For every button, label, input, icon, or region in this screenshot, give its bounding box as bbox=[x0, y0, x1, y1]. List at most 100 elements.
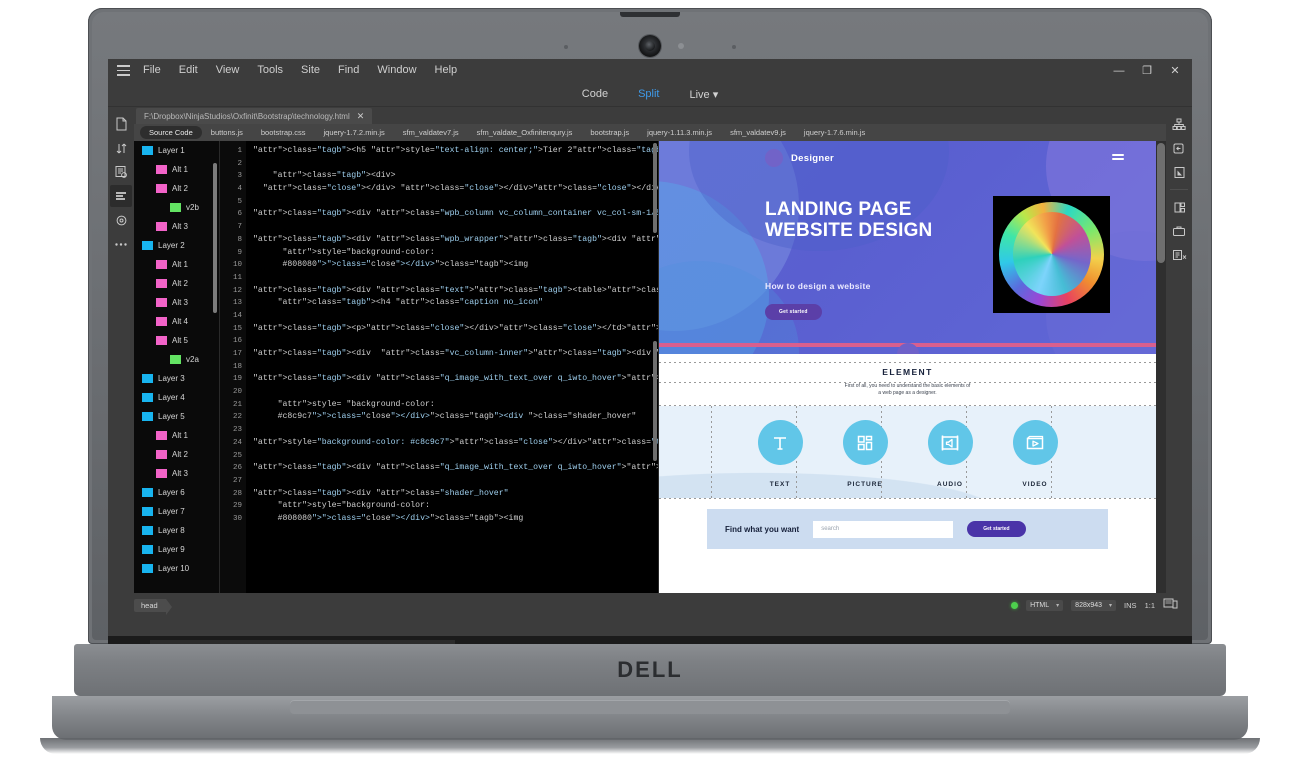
close-button[interactable]: ✕ bbox=[1162, 61, 1188, 81]
layer-row[interactable]: Alt 4 bbox=[134, 312, 219, 331]
insert-icon[interactable] bbox=[1168, 137, 1190, 159]
view-mode-live[interactable]: Live ▾ bbox=[689, 88, 718, 101]
css-designer-icon[interactable] bbox=[110, 185, 132, 207]
layer-row[interactable]: Layer 10 bbox=[134, 559, 219, 578]
hero-get-started-button[interactable]: Get started bbox=[765, 304, 822, 320]
restore-button[interactable]: ❐ bbox=[1134, 61, 1160, 81]
live-preview-scroll-thumb[interactable] bbox=[1157, 143, 1165, 263]
menu-item-file[interactable]: File bbox=[134, 59, 170, 82]
tag-selector-head[interactable]: head bbox=[134, 599, 172, 615]
layer-label: v2a bbox=[186, 355, 199, 364]
code-line: "attr">class="tagb"><div> bbox=[272, 171, 396, 181]
tag-selector[interactable]: head bbox=[134, 599, 172, 615]
live-preview-pane[interactable]: Designer LANDING PAGE WEBSITE DESIGN How… bbox=[658, 141, 1166, 593]
app-menu-icon[interactable] bbox=[112, 59, 134, 82]
layer-row[interactable]: Alt 2 bbox=[134, 274, 219, 293]
line-number: 8 bbox=[237, 235, 242, 244]
find-get-started-button[interactable]: Get started bbox=[967, 521, 1026, 537]
insert-mode-label[interactable]: INS bbox=[1124, 601, 1137, 610]
hamburger-icon[interactable] bbox=[1112, 153, 1124, 162]
layer-row[interactable]: Alt 1 bbox=[134, 426, 219, 445]
layer-row[interactable]: Alt 3 bbox=[134, 217, 219, 236]
related-file-sfm-valdatev7[interactable]: sfm_valdatev7.js bbox=[394, 126, 468, 139]
code-files-icon[interactable] bbox=[1168, 244, 1190, 266]
layer-row[interactable]: Layer 9 bbox=[134, 540, 219, 559]
file-properties-icon[interactable] bbox=[1168, 161, 1190, 183]
assets-icon[interactable] bbox=[110, 161, 132, 183]
folder-icon bbox=[156, 431, 167, 440]
menu-item-site[interactable]: Site bbox=[292, 59, 329, 82]
layer-row[interactable]: Alt 3 bbox=[134, 464, 219, 483]
right-tool-rail bbox=[1166, 107, 1192, 593]
menu-item-edit[interactable]: Edit bbox=[170, 59, 207, 82]
menu-item-window[interactable]: Window bbox=[368, 59, 425, 82]
layer-row[interactable]: Alt 1 bbox=[134, 255, 219, 274]
behaviors-icon[interactable] bbox=[1168, 196, 1190, 218]
code-scrollbar-top[interactable] bbox=[653, 143, 657, 233]
element-item-audio[interactable]: AUDIO bbox=[916, 420, 984, 488]
layers-panel[interactable]: Layer 1 Alt 1 Alt 2 v2b Alt 3 Layer 2 Alt 1 Alt… bbox=[134, 141, 220, 593]
file-tab[interactable]: F:\Dropbox\NinjaStudios\Oxfinit\Bootstra… bbox=[136, 108, 373, 124]
lid-notch bbox=[620, 12, 680, 17]
layer-row[interactable]: Layer 1 bbox=[134, 141, 219, 160]
folder-icon bbox=[170, 355, 181, 364]
line-number: 14 bbox=[232, 311, 242, 320]
minimize-button[interactable]: — bbox=[1106, 61, 1132, 81]
code-scrollbar[interactable] bbox=[653, 341, 657, 461]
related-file-bootstrap-css[interactable]: bootstrap.css bbox=[252, 126, 315, 139]
layer-row[interactable]: Alt 2 bbox=[134, 445, 219, 464]
layer-label: Alt 4 bbox=[172, 317, 189, 326]
code-content[interactable]: "attr">class="tagb"><h5 "attr">style="te… bbox=[246, 141, 658, 593]
layer-row[interactable]: Layer 4 bbox=[134, 388, 219, 407]
brand-logo-icon bbox=[765, 149, 783, 167]
search-input[interactable]: search bbox=[813, 520, 954, 538]
doc-type-select[interactable]: HTML ▾ bbox=[1026, 599, 1064, 611]
menu-item-view[interactable]: View bbox=[207, 59, 249, 82]
folder-icon bbox=[156, 298, 167, 307]
snippets-icon[interactable] bbox=[110, 209, 132, 231]
related-file-buttons-js[interactable]: buttons.js bbox=[202, 126, 252, 139]
view-mode-code[interactable]: Code bbox=[582, 88, 608, 100]
view-mode-split[interactable]: Split bbox=[638, 88, 659, 100]
related-file-jquery-172[interactable]: jquery-1.7.2.min.js bbox=[315, 126, 394, 139]
device-preview-icon[interactable] bbox=[1163, 597, 1178, 613]
menu-item-help[interactable]: Help bbox=[426, 59, 467, 82]
related-file-jquery-1113[interactable]: jquery-1.11.3.min.js bbox=[638, 126, 721, 139]
more-options-icon[interactable] bbox=[110, 233, 132, 255]
window-size-select[interactable]: 828x943 ▾ bbox=[1071, 599, 1117, 611]
code-line: "attr">style= "background-color: bbox=[277, 399, 435, 409]
element-item-picture[interactable]: PICTURE bbox=[831, 420, 899, 488]
layer-row[interactable]: Alt 2 bbox=[134, 179, 219, 198]
code-editor[interactable]: 1 2 3 4 5 6 7 8 9 10 11 12 13 14 15 16 17 18 19 20 21 22 23 24 2… bbox=[220, 141, 658, 593]
layer-row[interactable]: Layer 7 bbox=[134, 502, 219, 521]
layer-row[interactable]: Layer 6 bbox=[134, 483, 219, 502]
dom-tree-icon[interactable] bbox=[1168, 113, 1190, 135]
related-file-jquery-176[interactable]: jquery-1.7.6.min.js bbox=[795, 126, 874, 139]
line-number: 2 bbox=[237, 159, 242, 168]
layers-scrollbar[interactable] bbox=[213, 163, 217, 313]
layer-row[interactable]: Alt 1 bbox=[134, 160, 219, 179]
layer-row[interactable]: Alt 5 bbox=[134, 331, 219, 350]
related-file-sfm-valdate-oxfinitenqury[interactable]: sfm_valdate_Oxfinitenqury.js bbox=[468, 126, 582, 139]
folder-icon bbox=[142, 412, 153, 421]
related-file-source-code[interactable]: Source Code bbox=[140, 126, 202, 139]
layer-row[interactable]: v2a bbox=[134, 350, 219, 369]
related-file-bootstrap-js[interactable]: bootstrap.js bbox=[581, 126, 638, 139]
layer-row[interactable]: v2b bbox=[134, 198, 219, 217]
layer-row[interactable]: Layer 5 bbox=[134, 407, 219, 426]
line-number: 4 bbox=[237, 185, 242, 194]
element-item-text[interactable]: TEXT bbox=[746, 420, 814, 488]
assets-briefcase-icon[interactable] bbox=[1168, 220, 1190, 242]
sort-arrows-icon[interactable] bbox=[110, 137, 132, 159]
menu-item-tools[interactable]: Tools bbox=[248, 59, 292, 82]
layer-row[interactable]: Layer 3 bbox=[134, 369, 219, 388]
layer-row[interactable]: Alt 3 bbox=[134, 293, 219, 312]
element-item-video[interactable]: VIDEO bbox=[1001, 420, 1069, 488]
menu-item-find[interactable]: Find bbox=[329, 59, 368, 82]
live-preview-scrollbar[interactable] bbox=[1156, 141, 1166, 593]
layer-row[interactable]: Layer 2 bbox=[134, 236, 219, 255]
layer-row[interactable]: Layer 8 bbox=[134, 521, 219, 540]
file-icon[interactable] bbox=[110, 113, 132, 135]
close-icon[interactable]: ✕ bbox=[357, 111, 365, 122]
related-file-sfm-valdatev9[interactable]: sfm_valdatev9.js bbox=[721, 126, 795, 139]
